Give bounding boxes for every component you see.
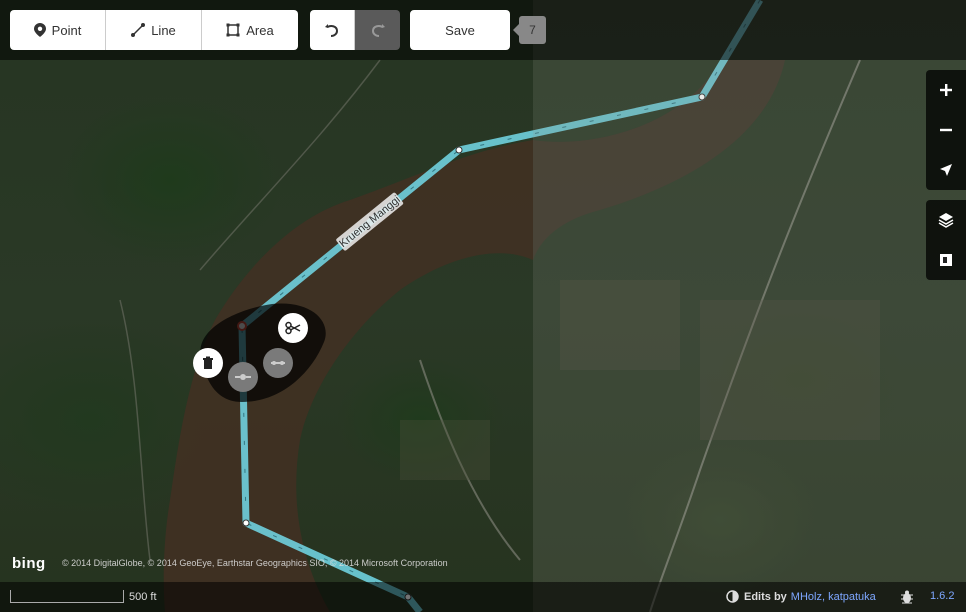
- add-point-button[interactable]: Point: [10, 10, 106, 50]
- straighten-button[interactable]: [263, 348, 293, 378]
- scissors-icon: [285, 321, 301, 335]
- minus-icon: [940, 128, 952, 132]
- map-data-icon: [940, 254, 952, 266]
- editors-link[interactable]: MHolz, katpatuka: [791, 591, 876, 603]
- map-pin-icon: [33, 23, 46, 37]
- edits-by: Edits by MHolz, katpatuka: [726, 590, 876, 603]
- bug-icon: [901, 590, 913, 604]
- undo-button[interactable]: [310, 10, 355, 50]
- undo-icon: [325, 24, 339, 37]
- add-line-label: Line: [151, 22, 176, 38]
- edit-menu: [182, 302, 330, 404]
- plus-icon: [940, 84, 952, 96]
- add-area-button[interactable]: Area: [202, 10, 298, 50]
- edits-by-label: Edits by: [744, 590, 787, 603]
- map-controls: [926, 70, 966, 190]
- scale-bar: [10, 590, 124, 603]
- map-canvas[interactable]: Krueng Manggi: [0, 0, 966, 612]
- disconnect-button[interactable]: [228, 362, 258, 392]
- line-icon: [131, 23, 146, 37]
- zoom-in-button[interactable]: [926, 70, 966, 110]
- add-line-button[interactable]: Line: [106, 10, 202, 50]
- save-button[interactable]: Save: [410, 10, 510, 50]
- add-feature-group: Point Line Area: [10, 10, 298, 50]
- way-vertex: [455, 146, 463, 154]
- panel-controls: [926, 200, 966, 280]
- geolocate-button[interactable]: [926, 150, 966, 190]
- history-icon: [726, 590, 739, 603]
- footer-bar: 500 ft Edits by MHolz, katpatuka 1.6.2: [0, 582, 966, 612]
- redo-button[interactable]: [355, 10, 400, 50]
- way-vertex: [242, 519, 250, 527]
- imagery-attribution: © 2014 DigitalGlobe, © 2014 GeoEye, Eart…: [62, 558, 448, 568]
- report-bug-button[interactable]: [898, 588, 916, 606]
- straighten-icon: [271, 361, 285, 365]
- background-settings-button[interactable]: [926, 200, 966, 240]
- trash-icon: [203, 356, 213, 369]
- edit-count-badge: 7: [513, 16, 546, 44]
- top-toolbar: Point Line Area Save 7: [0, 0, 966, 60]
- disconnect-icon: [235, 374, 251, 380]
- add-area-label: Area: [246, 22, 274, 38]
- bing-logo: bing: [12, 555, 46, 572]
- version-link[interactable]: 1.6.2: [930, 590, 954, 602]
- history-group: [310, 10, 400, 50]
- layers-icon: [938, 213, 954, 228]
- area-icon: [226, 23, 240, 37]
- save-label: Save: [445, 22, 475, 38]
- zoom-out-button[interactable]: [926, 110, 966, 150]
- add-point-label: Point: [51, 22, 82, 38]
- map-data-button[interactable]: [926, 240, 966, 280]
- redo-icon: [371, 24, 385, 37]
- delete-button[interactable]: [193, 348, 223, 378]
- scale-label: 500 ft: [129, 591, 157, 603]
- split-button[interactable]: [278, 313, 308, 343]
- location-arrow-icon: [940, 164, 952, 176]
- imagery-offset-overlay: [533, 0, 966, 612]
